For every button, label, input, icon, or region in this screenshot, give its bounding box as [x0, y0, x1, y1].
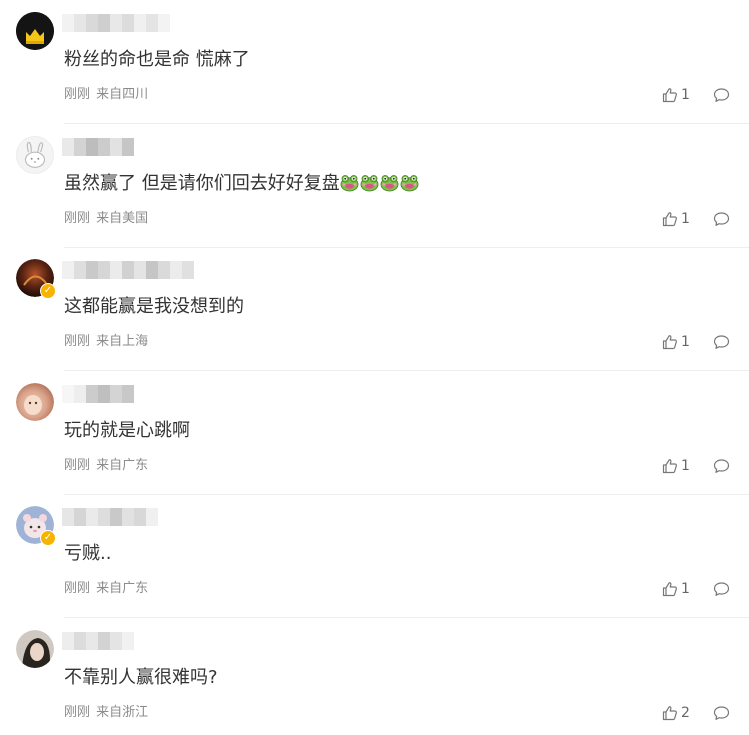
comment-actions: 1: [662, 457, 730, 475]
comment-bubble-icon: [713, 212, 730, 226]
comment-location: 来自上海: [96, 334, 149, 349]
nickname-mosaic[interactable]: [62, 385, 134, 403]
comment-meta: 刚刚 来自浙江: [64, 704, 148, 722]
frog-emoji: [340, 175, 359, 192]
avatar[interactable]: [16, 136, 54, 174]
like-count: 2: [681, 705, 690, 721]
comment-location: 来自美国: [96, 211, 149, 226]
like-count: 1: [681, 458, 690, 474]
comment-text-body: 虽然赢了 但是请你们回去好好复盘: [64, 173, 340, 194]
frog-emoji-group: [340, 173, 420, 194]
thumbs-up-icon: [662, 459, 677, 474]
comment-actions: 2: [662, 704, 730, 722]
comment-bubble-icon: [713, 335, 730, 349]
comment-item: 不靠别人赢很难吗? 刚刚 来自浙江 2: [0, 618, 749, 735]
like-count: 1: [681, 87, 690, 103]
like-button[interactable]: 1: [662, 581, 691, 597]
avatar[interactable]: ✓: [16, 506, 56, 546]
comment-time: 刚刚: [64, 211, 91, 226]
thumbs-up-icon: [662, 706, 677, 721]
frog-emoji: [360, 175, 379, 192]
comment-time: 刚刚: [64, 87, 91, 102]
comment-meta: 刚刚 来自美国: [64, 210, 148, 228]
avatar[interactable]: [16, 630, 54, 668]
avatar[interactable]: [16, 383, 54, 421]
thumbs-up-icon: [662, 88, 677, 103]
comment-time: 刚刚: [64, 705, 91, 720]
comment-location: 来自广东: [96, 458, 149, 473]
nickname-mosaic[interactable]: [62, 14, 170, 32]
comment-text: 玩的就是心跳啊: [64, 420, 190, 441]
like-button[interactable]: 1: [662, 87, 691, 103]
comment-meta: 刚刚 来自广东: [64, 580, 148, 598]
comment-actions: 1: [662, 86, 730, 104]
comment-time: 刚刚: [64, 334, 91, 349]
avatar[interactable]: [16, 12, 54, 50]
reply-button[interactable]: [713, 458, 730, 474]
reply-button[interactable]: [713, 705, 730, 721]
like-button[interactable]: 1: [662, 211, 691, 227]
nickname-mosaic[interactable]: [62, 508, 158, 526]
comment-bubble-icon: [713, 706, 730, 720]
comment-text: 粉丝的命也是命 慌麻了: [64, 49, 250, 70]
comment-text: 这都能赢是我没想到的: [64, 296, 244, 317]
comment-location: 来自广东: [96, 581, 149, 596]
comment-location: 来自四川: [96, 87, 149, 102]
comment-item: 虽然赢了 但是请你们回去好好复盘 刚刚 来自美国 1: [0, 124, 749, 248]
like-button[interactable]: 2: [662, 705, 691, 721]
thumbs-up-icon: [662, 212, 677, 227]
comment-actions: 1: [662, 333, 730, 351]
comment-bubble-icon: [713, 88, 730, 102]
bunny-icon: [24, 141, 46, 168]
thumbs-up-icon: [662, 582, 677, 597]
reply-button[interactable]: [713, 581, 730, 597]
comment-meta: 刚刚 来自广东: [64, 457, 148, 475]
verified-badge-icon: ✓: [40, 530, 56, 546]
like-button[interactable]: 1: [662, 334, 691, 350]
comment-actions: 1: [662, 580, 730, 598]
comment-meta: 刚刚 来自四川: [64, 86, 148, 104]
comment-text: 不靠别人赢很难吗?: [64, 667, 218, 688]
nickname-mosaic[interactable]: [62, 632, 134, 650]
reply-button[interactable]: [713, 334, 730, 350]
comment-time: 刚刚: [64, 581, 91, 596]
crown-icon: [16, 12, 54, 50]
like-count: 1: [681, 581, 690, 597]
comment-bubble-icon: [713, 459, 730, 473]
thumbs-up-icon: [662, 335, 677, 350]
avatar-image: [16, 630, 54, 668]
comment-location: 来自浙江: [96, 705, 149, 720]
frog-emoji: [380, 175, 399, 192]
frog-emoji: [400, 175, 419, 192]
comment-item: 粉丝的命也是命 慌麻了 刚刚 来自四川 1: [0, 0, 749, 124]
comment-item: ✓ 亏贼.. 刚刚 来自广东 1: [0, 494, 749, 618]
avatar-image: [16, 383, 54, 421]
comment-text: 亏贼..: [64, 543, 112, 564]
avatar[interactable]: ✓: [16, 259, 56, 299]
comment-bubble-icon: [713, 582, 730, 596]
comment-meta: 刚刚 来自上海: [64, 333, 148, 351]
reply-button[interactable]: [713, 211, 730, 227]
verified-badge-icon: ✓: [40, 283, 56, 299]
comment-item: 玩的就是心跳啊 刚刚 来自广东 1: [0, 371, 749, 495]
like-count: 1: [681, 334, 690, 350]
comment-time: 刚刚: [64, 458, 91, 473]
nickname-mosaic[interactable]: [62, 261, 194, 279]
comment-item: ✓ 这都能赢是我没想到的 刚刚 来自上海 1: [0, 247, 749, 371]
nickname-mosaic[interactable]: [62, 138, 134, 156]
comment-text: 虽然赢了 但是请你们回去好好复盘: [64, 170, 420, 198]
comment-actions: 1: [662, 210, 730, 228]
reply-button[interactable]: [713, 87, 730, 103]
like-button[interactable]: 1: [662, 458, 691, 474]
like-count: 1: [681, 211, 690, 227]
